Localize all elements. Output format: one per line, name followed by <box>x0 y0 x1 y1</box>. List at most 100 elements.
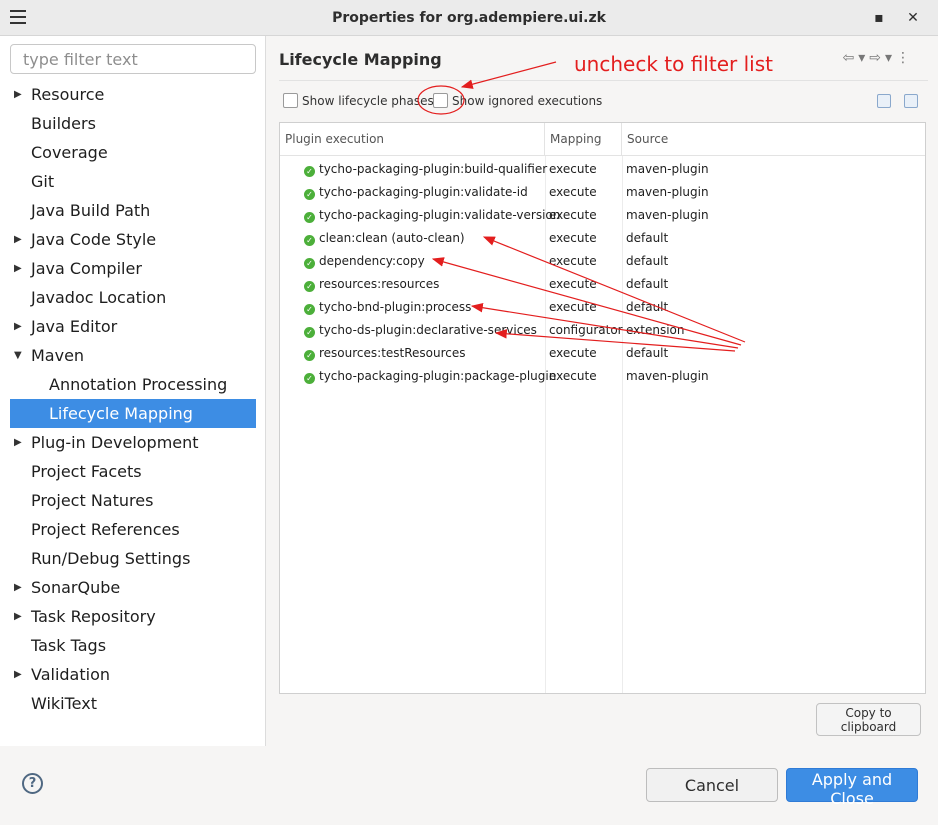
collapsed-arrow-icon[interactable]: ▶ <box>14 254 22 283</box>
tree-item[interactable]: ▶ Java Compiler <box>10 254 256 283</box>
plugin-execution-cell: ✓ tycho-packaging-plugin:package-plugin <box>304 365 556 388</box>
table-row[interactable]: ✓ tycho-ds-plugin:declarative-services con… <box>280 319 925 342</box>
tree-item[interactable]: ▶ Task Repository <box>10 602 256 631</box>
tree-item[interactable]: Coverage <box>10 138 256 167</box>
expand-all-icon[interactable] <box>877 94 891 108</box>
mapping-cell: execute <box>549 277 597 291</box>
tree-item[interactable]: Git <box>10 167 256 196</box>
tree-item[interactable]: ▶ SonarQube <box>10 573 256 602</box>
tree-item[interactable]: ▶ Validation <box>10 660 256 689</box>
window-title: Properties for org.adempiere.ui.zk <box>332 10 606 26</box>
tree-item[interactable]: ▶ Java Editor <box>10 312 256 341</box>
tree-item[interactable]: Javadoc Location <box>10 283 256 312</box>
mapping-column-header[interactable]: Mapping <box>545 123 622 156</box>
source-cell: maven-plugin <box>626 208 709 222</box>
plugin-execution-cell: ✓ tycho-ds-plugin:declarative-services <box>304 319 537 342</box>
tree-item-label: Task Tags <box>31 636 107 655</box>
tree-item-label: Maven <box>31 346 85 365</box>
close-icon[interactable]: ✕ <box>904 9 922 27</box>
tree-item[interactable]: Run/Debug Settings <box>10 544 256 573</box>
tree-item[interactable]: Builders <box>10 109 256 138</box>
table-row[interactable]: ✓ tycho-packaging-plugin:validate-id execu… <box>280 181 925 204</box>
lifecycle-mapping-page: Lifecycle Mapping ⇦▾⇨▾⋮ Show lifecycle p… <box>267 36 938 746</box>
plugin-execution-text: clean:clean (auto-clean) <box>319 231 465 245</box>
more-options-icon[interactable]: ⋮ <box>896 50 914 66</box>
collapsed-arrow-icon[interactable]: ▶ <box>14 225 22 254</box>
table-row[interactable]: ✓ resources:resources execute default <box>280 273 925 296</box>
plugin-execution-text: tycho-packaging-plugin:validate-version <box>319 208 561 222</box>
plugin-execution-cell: ✓ dependency:copy <box>304 250 425 273</box>
source-cell: extension <box>626 323 685 337</box>
source-cell: default <box>626 300 669 314</box>
table-row[interactable]: ✓ tycho-packaging-plugin:validate-version… <box>280 204 925 227</box>
check-icon: ✓ <box>304 166 315 177</box>
mapping-cell: execute <box>549 369 597 383</box>
collapsed-arrow-icon[interactable]: ▶ <box>14 602 22 631</box>
check-icon: ✓ <box>304 189 315 200</box>
collapsed-arrow-icon[interactable]: ▶ <box>14 80 22 109</box>
source-cell: default <box>626 277 669 291</box>
annotation-text: uncheck to filter list <box>574 52 773 76</box>
show-lifecycle-phases-option[interactable]: Show lifecycle phases <box>283 93 434 111</box>
tree-item[interactable]: ▶ Java Code Style <box>10 225 256 254</box>
filter-input[interactable] <box>10 44 256 74</box>
show-lifecycle-phases-checkbox[interactable] <box>283 93 298 108</box>
tree-item-label: Annotation Processing <box>49 375 228 394</box>
collapsed-arrow-icon[interactable]: ▶ <box>14 573 22 602</box>
table-row[interactable]: ✓ resources:testResources execute default <box>280 342 925 365</box>
copy-to-clipboard-button[interactable]: Copy to clipboard <box>816 703 921 736</box>
mapping-cell: execute <box>549 231 597 245</box>
tree-item-label: Lifecycle Mapping <box>49 404 193 423</box>
tree-item[interactable]: WikiText <box>10 689 256 718</box>
lifecycle-mapping-table: Plugin execution Mapping Source ✓ tycho-p… <box>279 122 926 694</box>
tree-item-label: WikiText <box>31 694 97 713</box>
source-cell: default <box>626 254 669 268</box>
forward-icon[interactable]: ⇨ <box>869 50 885 66</box>
expanded-arrow-icon[interactable]: ▼ <box>14 341 22 370</box>
collapsed-arrow-icon[interactable]: ▶ <box>14 312 22 341</box>
tree-item-label: Coverage <box>31 143 108 162</box>
forward-menu-icon[interactable]: ▾ <box>885 50 896 66</box>
page-title: Lifecycle Mapping <box>279 50 442 69</box>
check-icon: ✓ <box>304 304 315 315</box>
maximize-icon[interactable]: ▪ <box>870 9 888 27</box>
table-row[interactable]: ✓ tycho-packaging-plugin:build-qualifier e… <box>280 158 925 181</box>
help-icon[interactable]: ? <box>22 773 43 794</box>
tree-item[interactable]: ▶ Plug-in Development <box>10 428 256 457</box>
page-navigation: ⇦▾⇨▾⋮ <box>842 50 914 66</box>
tree-item-label: Builders <box>31 114 96 133</box>
back-menu-icon[interactable]: ▾ <box>858 50 869 66</box>
tree-item[interactable]: Task Tags <box>10 631 256 660</box>
collapse-all-icon[interactable] <box>904 94 918 108</box>
check-icon: ✓ <box>304 350 315 361</box>
table-row[interactable]: ✓ clean:clean (auto-clean) execute default <box>280 227 925 250</box>
collapsed-arrow-icon[interactable]: ▶ <box>14 428 22 457</box>
tree-item[interactable]: Project References <box>10 515 256 544</box>
apply-and-close-button[interactable]: Apply and Close <box>786 768 918 808</box>
tree-item-label: Resource <box>31 85 105 104</box>
dialog-footer: ? Cancel Apply and Close <box>0 746 938 825</box>
cancel-button[interactable]: Cancel <box>646 768 778 802</box>
tree-item[interactable]: ▶ Resource <box>10 80 256 109</box>
source-cell: maven-plugin <box>626 369 709 383</box>
plugin-execution-column-header[interactable]: Plugin execution <box>280 123 545 156</box>
back-icon[interactable]: ⇦ <box>842 50 858 66</box>
table-row[interactable]: ✓ tycho-packaging-plugin:package-plugin ex… <box>280 365 925 388</box>
show-ignored-executions-checkbox[interactable] <box>433 93 448 108</box>
collapsed-arrow-icon[interactable]: ▶ <box>14 660 22 689</box>
table-row[interactable]: ✓ dependency:copy execute default <box>280 250 925 273</box>
tree-item[interactable]: Project Facets <box>10 457 256 486</box>
tree-item[interactable]: Java Build Path <box>10 196 256 225</box>
tree-item[interactable]: Project Natures <box>10 486 256 515</box>
table-row[interactable]: ✓ tycho-bnd-plugin:process execute default <box>280 296 925 319</box>
tree-item[interactable]: Lifecycle Mapping <box>10 399 256 428</box>
table-header: Plugin execution Mapping Source <box>280 123 925 156</box>
tree-item[interactable]: ▼ Maven <box>10 341 256 370</box>
mapping-cell: execute <box>549 346 597 360</box>
tree-item-label: Project Natures <box>31 491 154 510</box>
source-column-header[interactable]: Source <box>622 123 927 156</box>
plugin-execution-cell: ✓ tycho-packaging-plugin:validate-version <box>304 204 560 227</box>
tree-item[interactable]: Annotation Processing <box>10 370 256 399</box>
show-ignored-executions-option[interactable]: Show ignored executions <box>433 93 602 111</box>
tree-item-label: Project References <box>31 520 180 539</box>
